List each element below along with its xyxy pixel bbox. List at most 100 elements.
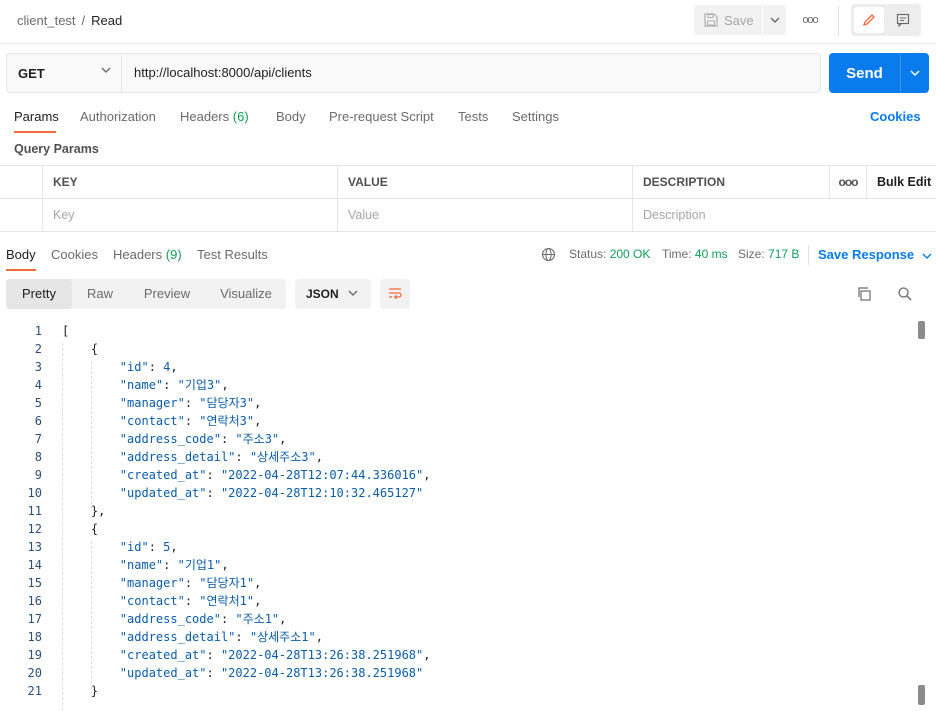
code-text: "name": "기업3", <box>119 378 229 392</box>
tab-prerequest-script[interactable]: Pre-request Script <box>329 109 434 124</box>
row-checkbox-cell <box>0 199 42 232</box>
query-params-table: KEY VALUE DESCRIPTION ooo Bulk Edit Key … <box>0 165 936 232</box>
scrollbar-thumb[interactable] <box>918 685 925 705</box>
line-number: 21 <box>27 684 42 698</box>
line-number: 20 <box>27 666 42 680</box>
value-input[interactable]: Value <box>337 199 632 232</box>
breadcrumb-separator: / <box>81 13 86 28</box>
line-number: 6 <box>34 414 42 428</box>
code-line: 17 "address_code": "주소1", <box>0 610 915 628</box>
scrollbar-thumb[interactable] <box>918 321 925 339</box>
code-text: "name": "기업1", <box>119 558 229 572</box>
breadcrumb-request[interactable]: Read <box>91 13 122 28</box>
code-line: 19 "created_at": "2022-04-28T13:26:38.25… <box>0 646 915 664</box>
line-number: 1 <box>34 324 42 338</box>
search-icon[interactable] <box>897 286 913 302</box>
code-text: "address_detail": "상세주소1", <box>119 630 323 644</box>
breadcrumb-collection[interactable]: client_test <box>17 13 76 28</box>
tab-headers-count: (6) <box>232 109 249 124</box>
response-body-editor[interactable]: 1[2 {3 "id": 4, 4 "name": "기업3", 5 "manage… <box>0 321 936 711</box>
response-tab-headers[interactable]: Headers (9) <box>113 247 182 262</box>
code-line: 8 "address_detail": "상세주소3", <box>0 448 915 466</box>
wrap-lines-button[interactable] <box>380 279 410 309</box>
globe-icon[interactable] <box>541 247 556 262</box>
line-number: 3 <box>34 360 42 374</box>
save-options-button[interactable] <box>763 5 786 35</box>
language-select[interactable]: JSON <box>295 279 371 309</box>
save-response-label: Save Response <box>818 247 915 262</box>
url-bar: GET http://localhost:8000/api/clients <box>6 53 821 93</box>
code-line: 9 "created_at": "2022-04-28T12:07:44.336… <box>0 466 915 484</box>
response-tab-body[interactable]: Body <box>6 247 36 262</box>
divider <box>838 6 839 36</box>
column-options-button[interactable]: ooo <box>829 166 866 199</box>
line-number: 18 <box>27 630 42 644</box>
key-input[interactable]: Key <box>42 199 337 232</box>
line-number: 17 <box>27 612 42 626</box>
send-options-button[interactable] <box>900 53 929 93</box>
size-value: 717 B <box>768 247 800 261</box>
response-tab-headers-count: (9) <box>165 247 182 262</box>
tab-headers[interactable]: Headers (6) <box>180 109 249 124</box>
code-text: "contact": "연락처3", <box>119 414 262 428</box>
code-line: 15 "manager": "담당자1", <box>0 574 915 592</box>
tab-headers-label: Headers <box>180 109 230 124</box>
code-line: 1[ <box>0 322 915 340</box>
format-preview[interactable]: Preview <box>128 279 206 309</box>
method-select[interactable]: GET <box>7 54 122 92</box>
time-indicator[interactable]: Time: 40 ms <box>662 247 728 261</box>
edit-mode-button[interactable] <box>854 7 884 33</box>
tab-body[interactable]: Body <box>276 109 306 124</box>
bulk-edit-button[interactable]: Bulk Edit <box>866 166 936 199</box>
code-line: 3 "id": 4, <box>0 358 915 376</box>
documentation-button[interactable] <box>888 7 918 33</box>
description-input[interactable]: Description <box>632 199 829 232</box>
format-visualize[interactable]: Visualize <box>206 279 286 309</box>
tab-params[interactable]: Params <box>14 109 59 124</box>
scrollbar[interactable] <box>918 321 925 711</box>
pencil-icon <box>862 14 875 27</box>
status-value: 200 OK <box>609 247 651 261</box>
response-tab-test-results[interactable]: Test Results <box>197 247 268 262</box>
tab-settings[interactable]: Settings <box>512 109 559 124</box>
code-text: "manager": "담당자1", <box>119 576 262 590</box>
code-text: "manager": "담당자3", <box>119 396 262 410</box>
time-label: Time: <box>662 247 692 261</box>
send-button[interactable]: Send <box>829 53 900 93</box>
url-input[interactable]: http://localhost:8000/api/clients <box>134 54 794 92</box>
copy-icon[interactable] <box>856 286 872 302</box>
format-raw[interactable]: Raw <box>72 279 128 309</box>
cookies-link[interactable]: Cookies <box>870 109 921 124</box>
status-indicator[interactable]: Status: 200 OK <box>569 247 650 261</box>
save-button[interactable]: Save <box>694 5 762 35</box>
save-response-button[interactable]: Save Response <box>818 247 932 262</box>
line-number: 13 <box>27 540 42 554</box>
table-row: Key Value Description <box>0 199 936 232</box>
response-tab-cookies[interactable]: Cookies <box>51 247 98 262</box>
code-text: "updated_at": "2022-04-28T12:10:32.46512… <box>119 486 424 500</box>
code-line: 13 "id": 5, <box>0 538 915 556</box>
line-number: 16 <box>27 594 42 608</box>
code-text: "updated_at": "2022-04-28T13:26:38.25196… <box>119 666 424 680</box>
line-number: 19 <box>27 648 42 662</box>
line-number: 15 <box>27 576 42 590</box>
line-number: 11 <box>27 504 42 518</box>
checkbox-column-header <box>0 166 42 199</box>
format-pretty[interactable]: Pretty <box>6 279 72 309</box>
chevron-down-icon <box>348 290 358 296</box>
line-number: 9 <box>34 468 42 482</box>
size-indicator[interactable]: Size: 717 B <box>738 247 799 261</box>
code-text: "id": 4, <box>119 360 178 374</box>
chevron-down-icon <box>922 253 932 259</box>
code-text: } <box>62 684 99 698</box>
query-params-title: Query Params <box>14 142 99 156</box>
top-bar: client_test / Read Save ooo <box>0 0 936 44</box>
code-line: 6 "contact": "연락처3", <box>0 412 915 430</box>
description-column-header: DESCRIPTION <box>632 166 829 199</box>
code-text: "created_at": "2022-04-28T13:26:38.25196… <box>119 648 431 662</box>
tab-tests[interactable]: Tests <box>458 109 488 124</box>
code-text: { <box>62 342 99 356</box>
tab-authorization[interactable]: Authorization <box>80 109 156 124</box>
more-actions-button[interactable]: ooo <box>798 5 822 35</box>
response-tab-headers-label: Headers <box>113 247 163 262</box>
